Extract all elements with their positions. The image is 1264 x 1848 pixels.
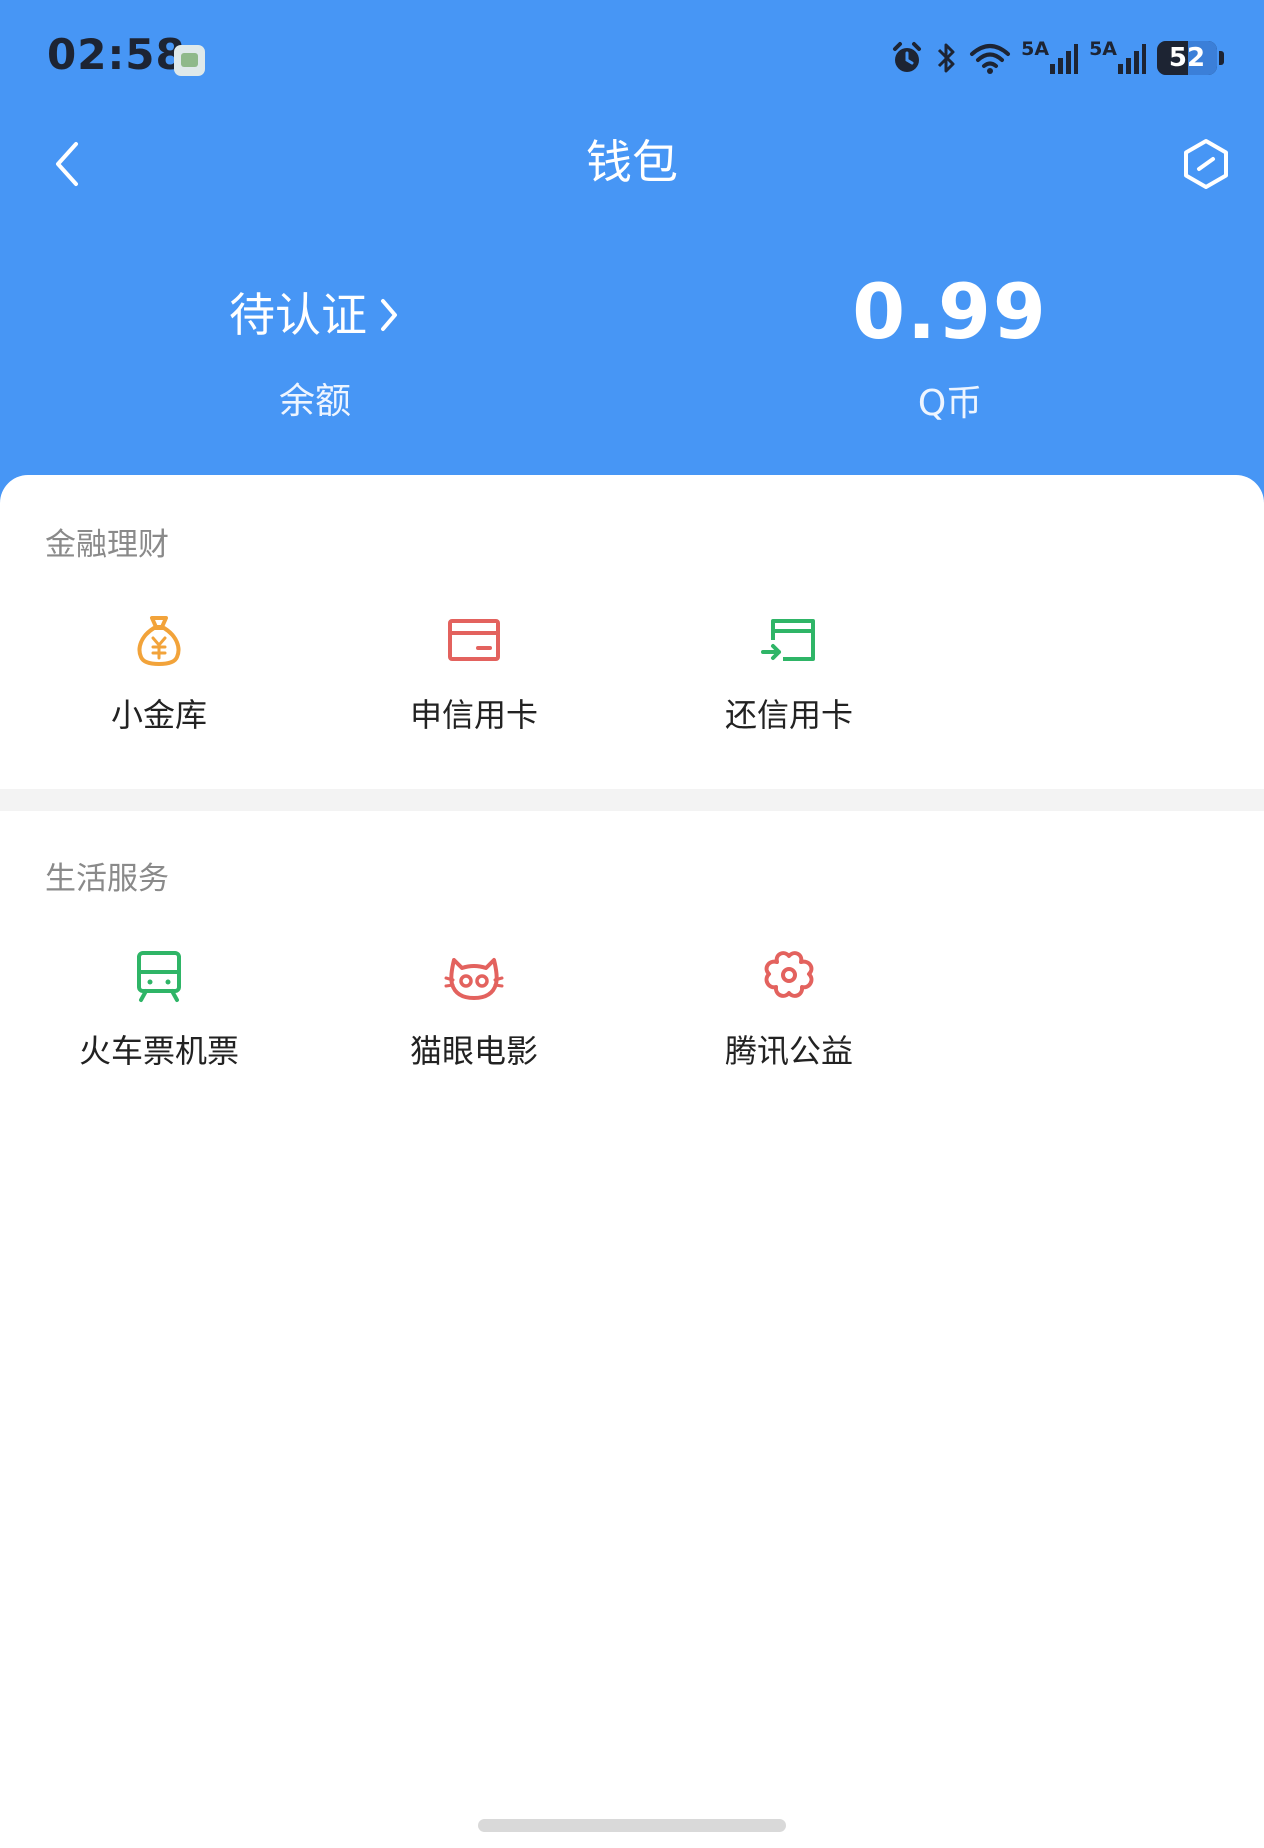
grid-item-label: 腾讯公益 bbox=[724, 1032, 853, 1070]
money-bag-icon bbox=[137, 616, 181, 666]
grid-item-tencent-charity[interactable]: 腾讯公益 bbox=[659, 946, 919, 1072]
cat-face-icon bbox=[444, 958, 504, 1000]
network-type-label: 5A bbox=[1021, 38, 1050, 60]
verify-link[interactable]: 待认证 bbox=[229, 280, 401, 350]
settings-button[interactable] bbox=[1178, 136, 1234, 192]
wallet-header: 02:58 5A 5A 52 钱包 待认证 余额 0.99 Q币 bbox=[0, 0, 1264, 520]
section-title-life: 生活服务 bbox=[45, 861, 169, 897]
grid-item-label: 还信用卡 bbox=[724, 696, 853, 734]
app-notification-icon bbox=[174, 45, 205, 76]
grid-item-label: 小金库 bbox=[110, 696, 207, 734]
signal-bars-icon bbox=[1050, 44, 1079, 74]
home-indicator[interactable] bbox=[478, 1819, 786, 1832]
train-icon bbox=[137, 951, 181, 1002]
alarm-icon bbox=[893, 42, 922, 72]
status-bar: 02:58 5A 5A 52 bbox=[0, 0, 1264, 118]
flower-icon bbox=[764, 951, 814, 998]
grid-item-xiaojinku[interactable]: 小金库 bbox=[29, 610, 289, 736]
status-icons: 5A 5A 52 bbox=[889, 36, 1224, 80]
qcoin-label: Q币 bbox=[917, 383, 983, 424]
section-divider bbox=[0, 789, 1264, 811]
wifi-icon bbox=[970, 44, 1011, 74]
section-title-finance: 金融理财 bbox=[45, 527, 169, 563]
battery-level-text: 52 bbox=[1168, 43, 1206, 73]
cellular-signal-2: 5A bbox=[1089, 40, 1147, 76]
battery-icon: 52 bbox=[1157, 41, 1217, 75]
battery-indicator: 52 bbox=[1157, 41, 1224, 75]
services-card: 金融理财 小金库 申信用卡 还信用卡 生活服务 火车票机票 猫眼电影 腾讯公益 bbox=[0, 475, 1264, 1848]
page-title: 钱包 bbox=[586, 135, 678, 189]
cellular-signal-1: 5A bbox=[1021, 40, 1079, 76]
grid-item-label: 申信用卡 bbox=[409, 696, 538, 734]
balance-column: 待认证 余额 bbox=[105, 280, 525, 424]
grid-item-label: 猫眼电影 bbox=[409, 1032, 538, 1070]
network-type-label: 5A bbox=[1089, 38, 1117, 60]
card-repay-icon bbox=[761, 619, 815, 661]
grid-item-apply-credit-card[interactable]: 申信用卡 bbox=[344, 610, 604, 736]
qcoin-column[interactable]: 0.99 Q币 bbox=[740, 272, 1160, 426]
hexagon-settings-icon bbox=[1184, 139, 1228, 189]
credit-card-icon bbox=[448, 619, 500, 661]
qcoin-value: 0.99 bbox=[852, 267, 1048, 356]
grid-item-train-flight-tickets[interactable]: 火车票机票 bbox=[29, 946, 289, 1072]
chevron-right-icon bbox=[381, 299, 397, 331]
signal-bars-icon bbox=[1118, 44, 1146, 74]
grid-item-label: 火车票机票 bbox=[78, 1032, 239, 1070]
grid-item-maoyan-movie[interactable]: 猫眼电影 bbox=[344, 946, 604, 1072]
grid-item-repay-credit-card[interactable]: 还信用卡 bbox=[659, 610, 919, 736]
bluetooth-icon bbox=[938, 43, 955, 73]
balance-label: 余额 bbox=[278, 381, 351, 422]
status-time: 02:58 bbox=[47, 30, 186, 79]
balance-status: 待认证 bbox=[229, 288, 367, 342]
